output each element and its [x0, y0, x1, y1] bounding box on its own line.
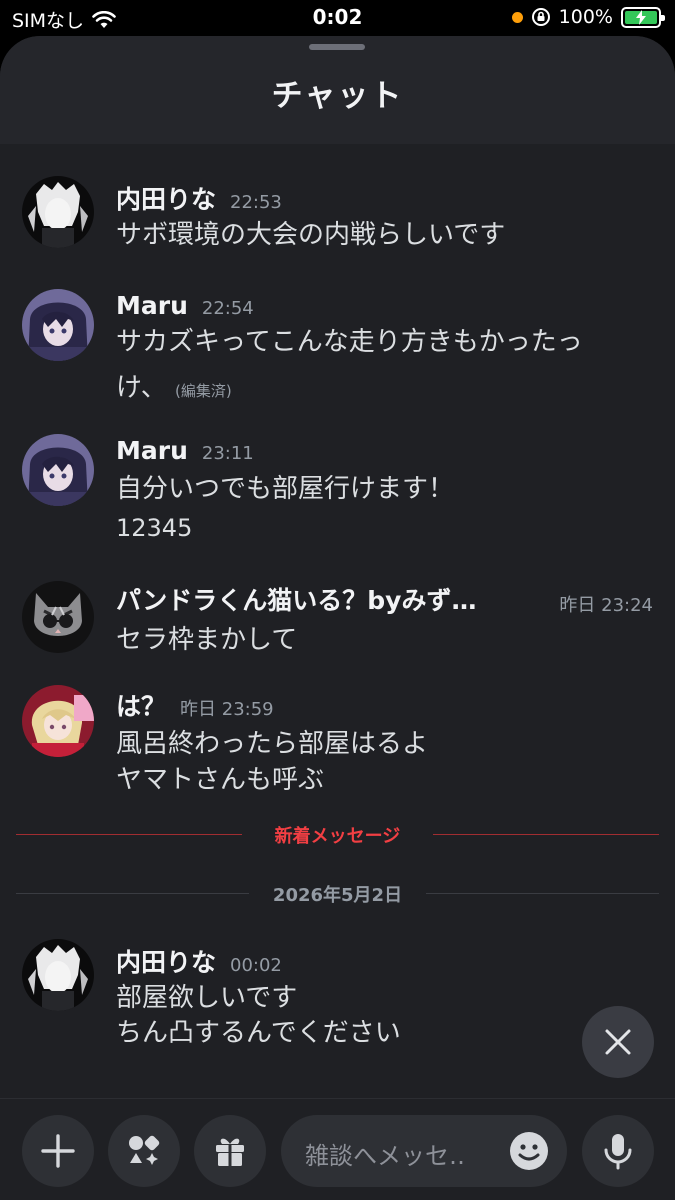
avatar[interactable]	[22, 434, 94, 506]
message-text: セラ枠まかして	[116, 625, 298, 655]
message-input[interactable]: 雑談へメッセ‥	[281, 1115, 567, 1187]
battery-icon	[621, 6, 665, 28]
voice-button[interactable]	[582, 1115, 654, 1187]
chat-sheet: チャット 内田りな 22:53 サボ環境の大会の内戦らしいです Maru 22:…	[0, 36, 675, 1200]
sheet-header: チャット	[0, 36, 675, 144]
avatar[interactable]	[22, 581, 94, 653]
new-messages-label: 新着メッセージ	[274, 826, 401, 847]
apps-button[interactable]	[108, 1115, 180, 1187]
date-label: 2026年5月2日	[272, 885, 403, 906]
page-title: チャット	[271, 78, 404, 114]
message-time: 昨日 23:24	[559, 595, 653, 616]
new-messages-divider: 新着メッセージ	[16, 820, 659, 850]
message-time: 00:02	[230, 955, 282, 976]
message-header: は？ 昨日 23:59	[116, 687, 274, 723]
status-bar: SIMなし 0:02 100%	[0, 0, 675, 36]
gift-icon	[216, 1138, 244, 1166]
message-text: ヤマトさんも呼ぶ	[116, 765, 325, 795]
author-name[interactable]: Maru	[116, 291, 188, 320]
message-text-continued: け、 (編集済)	[116, 367, 232, 404]
author-name[interactable]: パンドラくん猫いる？byみず…	[116, 581, 476, 617]
edited-label: (編集済)	[174, 382, 232, 400]
gift-button[interactable]	[194, 1115, 266, 1187]
message-text: サボ環境の大会の内戦らしいです	[116, 220, 506, 250]
message-header: Maru 22:54	[116, 291, 254, 320]
apps-icon	[129, 1135, 160, 1165]
message-input-placeholder: 雑談へメッセ‥	[305, 1142, 466, 1170]
avatar[interactable]	[22, 685, 94, 757]
message-text: 部屋欲しいです	[116, 983, 298, 1013]
message-text: け、	[116, 373, 167, 403]
status-right: 100%	[511, 6, 665, 28]
avatar[interactable]	[22, 939, 94, 1011]
sheet-grabber[interactable]	[309, 44, 365, 50]
add-button[interactable]	[22, 1115, 94, 1187]
message-composer: 雑談へメッセ‥	[0, 1098, 675, 1200]
message-text: 風呂終わったら部屋はるよ	[116, 729, 429, 759]
message-header: パンドラくん猫いる？byみず…	[116, 581, 476, 617]
mic-icon	[604, 1134, 632, 1170]
message-text: 自分いつでも部屋行けます！	[116, 474, 455, 504]
message-time: 23:11	[201, 443, 254, 464]
message-time: 22:54	[201, 298, 254, 319]
message-header: Maru 23:11	[116, 436, 254, 465]
author-name[interactable]: は？	[116, 687, 166, 723]
close-icon	[605, 1029, 631, 1055]
emoji-icon[interactable]	[509, 1131, 549, 1171]
message-text: 12345	[116, 514, 193, 542]
message-header: 内田りな 22:53	[116, 180, 282, 216]
author-name[interactable]: 内田りな	[116, 180, 216, 216]
close-button[interactable]	[582, 1006, 654, 1078]
message-header: 内田りな 00:02	[116, 943, 282, 979]
avatar[interactable]	[22, 176, 94, 248]
privacy-indicator	[511, 11, 523, 23]
date-divider: 2026年5月2日	[16, 879, 659, 909]
message-time: 昨日 23:59	[180, 699, 274, 720]
author-name[interactable]: 内田りな	[116, 943, 216, 979]
battery-tip	[661, 14, 665, 21]
battery-percent: 100%	[558, 6, 613, 28]
charging-bolt-icon	[636, 9, 646, 25]
message-text: ちん凸するんでください	[116, 1018, 401, 1048]
lock-rotation-icon	[531, 8, 550, 26]
message-text: サカズキってこんな走り方きもかったっ	[116, 327, 583, 357]
author-name[interactable]: Maru	[116, 436, 188, 465]
avatar[interactable]	[22, 289, 94, 361]
plus-icon	[41, 1134, 75, 1168]
message-time: 22:53	[230, 192, 282, 213]
